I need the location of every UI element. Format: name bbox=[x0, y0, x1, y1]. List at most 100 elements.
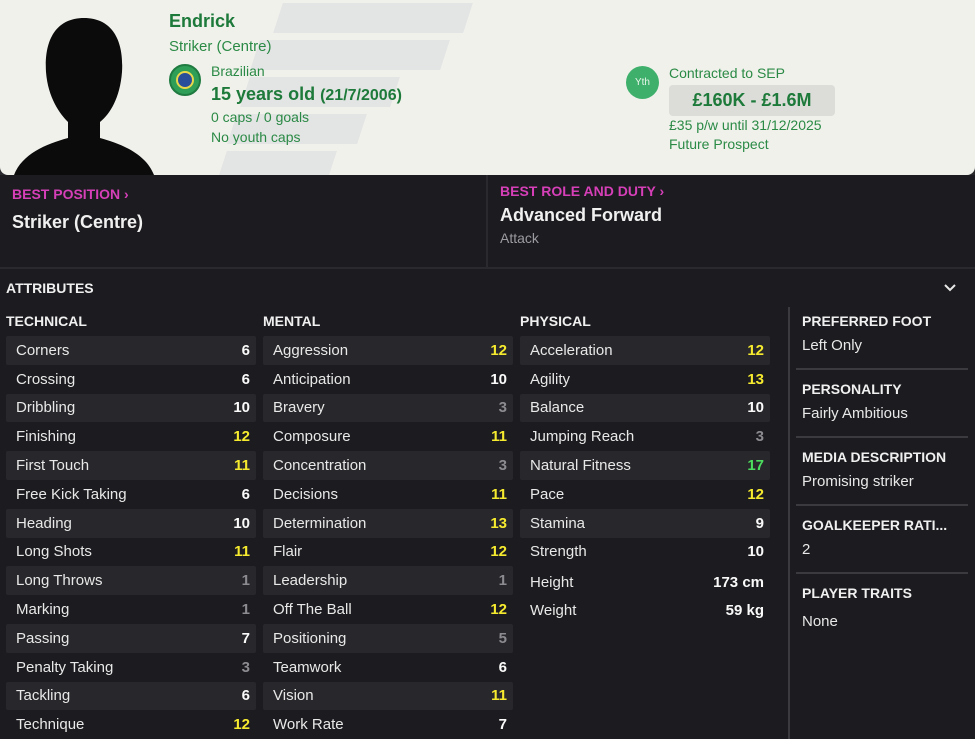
attribute-value: 10 bbox=[490, 370, 507, 388]
weight-value: 59 kg bbox=[725, 602, 764, 619]
weight-label: Weight bbox=[530, 602, 577, 619]
attribute-value: 7 bbox=[498, 716, 507, 734]
attribute-row[interactable]: Aggression 12 bbox=[263, 336, 513, 365]
mental-attributes-list: Aggression 12 Anticipation 10 Bravery 3 Compos… bbox=[263, 336, 513, 739]
weight-row: Weight 59 kg bbox=[520, 602, 770, 619]
attribute-value: 6 bbox=[241, 370, 250, 388]
attribute-label: Off The Ball bbox=[273, 601, 352, 619]
attribute-row[interactable]: Dribbling 10 bbox=[6, 393, 256, 423]
attribute-label: Penalty Taking bbox=[16, 658, 114, 676]
attribute-row[interactable]: Teamwork 6 bbox=[263, 653, 513, 682]
divider bbox=[796, 504, 968, 506]
attribute-row[interactable]: Composure 11 bbox=[263, 422, 513, 451]
attribute-row[interactable]: Vision 11 bbox=[263, 681, 513, 711]
attribute-row[interactable]: Long Shots 11 bbox=[6, 538, 256, 567]
attribute-value: 5 bbox=[498, 629, 507, 647]
attribute-label: Anticipation bbox=[273, 370, 351, 388]
attribute-label: Teamwork bbox=[273, 658, 342, 676]
best-position-link[interactable]: BEST POSITION › bbox=[12, 186, 129, 202]
attribute-value: 1 bbox=[241, 601, 250, 619]
attribute-label: Natural Fitness bbox=[530, 457, 631, 475]
goalkeeper-rating-section: GOALKEEPER RATI... 2 bbox=[802, 517, 972, 558]
attribute-value: 10 bbox=[747, 543, 764, 561]
attribute-row[interactable]: Determination 13 bbox=[263, 508, 513, 538]
attribute-row[interactable]: Tackling 6 bbox=[6, 681, 256, 711]
attribute-row[interactable]: Off The Ball 12 bbox=[263, 595, 513, 624]
physical-attributes-list: Acceleration 12 Agility 13 Balance 10 Jumping … bbox=[520, 336, 770, 566]
attribute-row[interactable]: Flair 12 bbox=[263, 538, 513, 567]
attribute-row[interactable]: Decisions 11 bbox=[263, 480, 513, 509]
attribute-value: 12 bbox=[747, 341, 764, 359]
attribute-value: 17 bbox=[747, 457, 764, 475]
attribute-row[interactable]: Natural Fitness 17 bbox=[520, 451, 770, 480]
attribute-label: Heading bbox=[16, 514, 72, 532]
brazil-flag-icon[interactable] bbox=[169, 64, 201, 96]
personality-title: PERSONALITY bbox=[802, 381, 902, 397]
attribute-row[interactable]: Crossing 6 bbox=[6, 365, 256, 394]
attribute-label: Strength bbox=[530, 543, 587, 561]
attribute-row[interactable]: Passing 7 bbox=[6, 623, 256, 653]
player-silhouette-avatar bbox=[14, 18, 154, 175]
attribute-row[interactable]: Stamina 9 bbox=[520, 508, 770, 538]
attribute-row[interactable]: Free Kick Taking 6 bbox=[6, 480, 256, 509]
attribute-value: 13 bbox=[490, 514, 507, 532]
attributes-panel: ATTRIBUTES TECHNICAL MENTAL PHYSICAL Cor… bbox=[0, 269, 975, 739]
attribute-row[interactable]: Acceleration 12 bbox=[520, 336, 770, 365]
attribute-row[interactable]: Leadership 1 bbox=[263, 566, 513, 596]
attribute-label: Jumping Reach bbox=[530, 428, 635, 446]
divider bbox=[796, 436, 968, 438]
attribute-row[interactable]: Marking 1 bbox=[6, 595, 256, 624]
chevron-down-icon[interactable] bbox=[943, 283, 957, 293]
media-description-section: MEDIA DESCRIPTION Promising striker bbox=[802, 449, 972, 490]
column-divider bbox=[788, 307, 790, 739]
attribute-row[interactable]: Long Throws 1 bbox=[6, 566, 256, 596]
nationality: Brazilian bbox=[211, 63, 265, 79]
attribute-label: Work Rate bbox=[273, 716, 344, 734]
mental-title: MENTAL bbox=[263, 313, 321, 329]
attribute-value: 1 bbox=[241, 572, 250, 590]
attribute-row[interactable]: Concentration 3 bbox=[263, 451, 513, 480]
player-traits-value: None bbox=[802, 613, 838, 630]
attributes-heading: ATTRIBUTES bbox=[6, 280, 94, 296]
decor-stripe bbox=[273, 3, 473, 33]
attribute-row[interactable]: Positioning 5 bbox=[263, 623, 513, 653]
player-position: Striker (Centre) bbox=[169, 38, 272, 55]
attribute-row[interactable]: First Touch 11 bbox=[6, 451, 256, 480]
attribute-label: Dribbling bbox=[16, 399, 76, 417]
personality-section: PERSONALITY Fairly Ambitious bbox=[802, 381, 972, 422]
preferred-foot-section: PREFERRED FOOT Left Only bbox=[802, 313, 972, 354]
attribute-row[interactable]: Agility 13 bbox=[520, 365, 770, 394]
best-role-link[interactable]: BEST ROLE AND DUTY › bbox=[500, 183, 664, 199]
media-description-title: MEDIA DESCRIPTION bbox=[802, 449, 947, 465]
best-position-title: BEST POSITION bbox=[12, 186, 121, 202]
attribute-label: Decisions bbox=[273, 485, 339, 503]
attribute-row[interactable]: Finishing 12 bbox=[6, 422, 256, 451]
attribute-row[interactable]: Technique 12 bbox=[6, 710, 256, 739]
attribute-value: 11 bbox=[234, 543, 250, 561]
attribute-label: Concentration bbox=[273, 457, 367, 475]
attribute-value: 11 bbox=[491, 687, 507, 705]
attribute-row[interactable]: Balance 10 bbox=[520, 393, 770, 423]
attribute-row[interactable]: Pace 12 bbox=[520, 480, 770, 509]
attribute-row[interactable]: Jumping Reach 3 bbox=[520, 422, 770, 451]
personality-value: Fairly Ambitious bbox=[802, 405, 908, 422]
decor-stripe bbox=[250, 40, 450, 70]
attribute-value: 12 bbox=[490, 543, 507, 561]
attribute-row[interactable]: Work Rate 7 bbox=[263, 710, 513, 739]
preferred-foot-value: Left Only bbox=[802, 337, 863, 354]
attribute-row[interactable]: Heading 10 bbox=[6, 508, 256, 538]
attribute-row[interactable]: Penalty Taking 3 bbox=[6, 653, 256, 682]
attribute-label: First Touch bbox=[16, 457, 90, 475]
attribute-value: 10 bbox=[233, 514, 250, 532]
attribute-value: 13 bbox=[747, 370, 764, 388]
attribute-value: 12 bbox=[490, 601, 507, 619]
attribute-row[interactable]: Strength 10 bbox=[520, 538, 770, 567]
attribute-label: Pace bbox=[530, 485, 565, 503]
attribute-row[interactable]: Bravery 3 bbox=[263, 393, 513, 423]
attribute-row[interactable]: Anticipation 10 bbox=[263, 365, 513, 394]
media-description-value: Promising striker bbox=[802, 473, 914, 490]
transfer-value[interactable]: £160K - £1.6M bbox=[669, 85, 835, 116]
attribute-value: 3 bbox=[498, 457, 507, 475]
attribute-label: Agility bbox=[530, 370, 571, 388]
attribute-row[interactable]: Corners 6 bbox=[6, 336, 256, 365]
